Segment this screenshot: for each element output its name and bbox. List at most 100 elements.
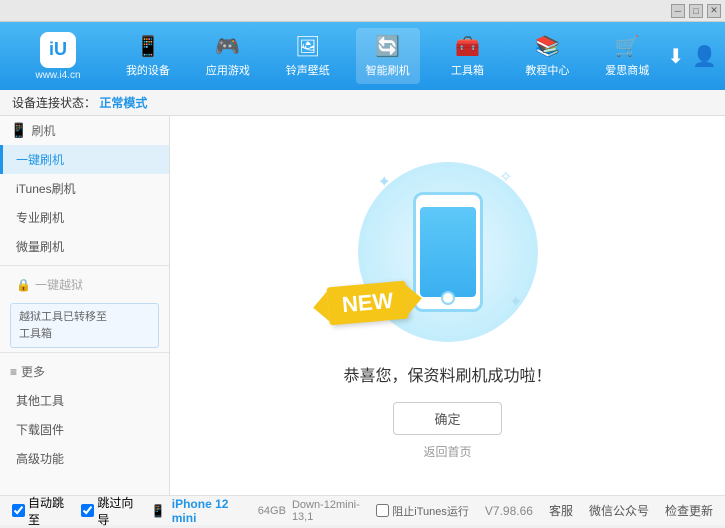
bottom-left: 自动跳至 跳过向导 📱 iPhone 12 mini 64GB Down-12m… xyxy=(12,494,376,528)
apps-games-icon: 🎮 xyxy=(215,34,240,59)
flash-section-label: 刷机 xyxy=(31,122,55,139)
sidebar-item-one-click-flash[interactable]: 一键刷机 xyxy=(0,145,169,174)
pro-flash-label: 专业刷机 xyxy=(16,211,64,225)
one-click-flash-label: 一键刷机 xyxy=(16,153,64,167)
phone-button xyxy=(441,291,455,305)
apps-games-label: 应用游戏 xyxy=(206,62,250,78)
logo-site: www.i4.cn xyxy=(35,70,80,81)
device-firmware: Down-12mini-13,1 xyxy=(292,499,376,523)
jailbreak-info-box: 越狱工具已转移至工具箱 xyxy=(10,303,159,348)
nav-items: 📱 我的设备 🎮 应用游戏 🖼 铃声壁纸 🔄 智能刷机 🧰 工具箱 📚 教程中心… xyxy=(108,28,667,84)
status-value: 正常模式 xyxy=(99,96,147,110)
sidebar-more-header: ≡ 更多 xyxy=(0,357,169,386)
skip-guide-input[interactable] xyxy=(81,504,94,517)
success-title: 恭喜您，保资料刷机成功啦！ xyxy=(343,362,551,386)
sidebar-item-pro-flash[interactable]: 专业刷机 xyxy=(0,203,169,232)
tutorials-icon: 📚 xyxy=(535,34,560,59)
title-bar: ─ □ ✕ xyxy=(0,0,725,22)
advanced-label: 高级功能 xyxy=(16,452,64,466)
device-storage: 64GB xyxy=(258,505,286,517)
nav-ringtones[interactable]: 🖼 铃声壁纸 xyxy=(276,28,340,84)
jailbreak-info-text: 越狱工具已转移至工具箱 xyxy=(19,311,107,340)
sidebar-item-advanced[interactable]: 高级功能 xyxy=(0,444,169,473)
nav-store[interactable]: 🛒 爱思商城 xyxy=(595,28,659,84)
my-device-label: 我的设备 xyxy=(126,62,170,78)
logo-text: iU xyxy=(49,39,67,60)
store-icon: 🛒 xyxy=(615,34,640,59)
nav-smart-flash[interactable]: 🔄 智能刷机 xyxy=(356,28,420,84)
new-badge: NEW xyxy=(326,280,408,325)
version: V7.98.66 xyxy=(485,504,533,518)
check-update-link[interactable]: 检查更新 xyxy=(665,502,713,519)
nav-toolbox[interactable]: 🧰 工具箱 xyxy=(436,28,500,84)
auto-jump-input[interactable] xyxy=(12,504,25,517)
device-info: 📱 iPhone 12 mini 64GB Down-12mini-13,1 xyxy=(151,497,376,525)
store-label: 爱思商城 xyxy=(605,62,649,78)
sidebar-item-itunes-flash[interactable]: iTunes刷机 xyxy=(0,174,169,203)
main-content: ✦ ✧ ✦ NEW 恭喜您，保资料刷机成功啦！ 确定 返回首页 xyxy=(170,116,725,495)
header-right: ⬇ 👤 xyxy=(667,44,717,69)
more-label: 更多 xyxy=(21,363,45,380)
divider-2 xyxy=(0,352,169,353)
stop-itunes[interactable]: 阻止iTunes运行 xyxy=(376,503,469,519)
main-layout: 📱 刷机 一键刷机 iTunes刷机 专业刷机 微量刷机 🔒 一键越狱 越狱工具… xyxy=(0,116,725,495)
device-name: iPhone 12 mini xyxy=(172,497,252,525)
lock-icon: 🔒 xyxy=(16,278,31,292)
status-bar: 设备连接状态： 正常模式 xyxy=(0,90,725,116)
header: iU www.i4.cn 📱 我的设备 🎮 应用游戏 🖼 铃声壁纸 🔄 智能刷机… xyxy=(0,22,725,90)
sidebar-item-download-firmware[interactable]: 下载固件 xyxy=(0,415,169,444)
phone-body xyxy=(413,192,483,312)
skip-guide-checkbox[interactable]: 跳过向导 xyxy=(81,494,142,528)
sidebar-item-other-tools[interactable]: 其他工具 xyxy=(0,386,169,415)
download-firmware-label: 下载固件 xyxy=(16,423,64,437)
smart-flash-icon: 🔄 xyxy=(375,34,400,59)
phone-illustration: ✦ ✧ ✦ NEW xyxy=(348,152,548,352)
customer-service-link[interactable]: 客服 xyxy=(549,502,573,519)
phone-screen xyxy=(420,207,476,297)
divider-1 xyxy=(0,265,169,266)
toolbox-label: 工具箱 xyxy=(451,62,484,78)
auto-jump-label: 自动跳至 xyxy=(28,494,73,528)
my-device-icon: 📱 xyxy=(135,34,160,59)
user-button[interactable]: 👤 xyxy=(692,44,717,69)
sparkle-3: ✦ xyxy=(509,292,522,312)
home-link[interactable]: 返回首页 xyxy=(423,443,471,460)
stop-itunes-checkbox[interactable] xyxy=(376,504,389,517)
itunes-flash-label: iTunes刷机 xyxy=(16,182,76,196)
more-icon: ≡ xyxy=(10,365,17,379)
smart-flash-label: 智能刷机 xyxy=(366,62,410,78)
jailbreak-label: 一键越狱 xyxy=(35,276,83,293)
toolbox-icon: 🧰 xyxy=(455,34,480,59)
window-controls[interactable]: ─ □ ✕ xyxy=(671,4,721,18)
wechat-link[interactable]: 微信公众号 xyxy=(589,502,649,519)
ringtones-icon: 🖼 xyxy=(295,34,320,59)
brush-flash-label: 微量刷机 xyxy=(16,240,64,254)
bottom-bar: 自动跳至 跳过向导 📱 iPhone 12 mini 64GB Down-12m… xyxy=(0,495,725,525)
bottom-right: 阻止iTunes运行 V7.98.66 客服 微信公众号 检查更新 xyxy=(376,502,713,519)
tutorials-label: 教程中心 xyxy=(525,62,569,78)
logo-area: iU www.i4.cn xyxy=(8,32,108,81)
auto-jump-checkbox[interactable]: 自动跳至 xyxy=(12,494,73,528)
flash-section-icon: 📱 xyxy=(10,122,27,139)
nav-apps-games[interactable]: 🎮 应用游戏 xyxy=(196,28,260,84)
device-icon: 📱 xyxy=(151,504,166,518)
maximize-button[interactable]: □ xyxy=(689,4,703,18)
skip-guide-label: 跳过向导 xyxy=(97,494,142,528)
sidebar-flash-header: 📱 刷机 xyxy=(0,116,169,145)
minimize-button[interactable]: ─ xyxy=(671,4,685,18)
ringtones-label: 铃声壁纸 xyxy=(286,62,330,78)
sidebar-item-brush-flash[interactable]: 微量刷机 xyxy=(0,232,169,261)
new-badge-text: NEW xyxy=(340,287,393,316)
sparkle-1: ✦ xyxy=(378,172,391,192)
confirm-button[interactable]: 确定 xyxy=(393,402,501,435)
sidebar: 📱 刷机 一键刷机 iTunes刷机 专业刷机 微量刷机 🔒 一键越狱 越狱工具… xyxy=(0,116,170,495)
close-button[interactable]: ✕ xyxy=(707,4,721,18)
sidebar-jailbreak-locked: 🔒 一键越狱 xyxy=(0,270,169,299)
sparkle-2: ✧ xyxy=(499,167,512,187)
nav-my-device[interactable]: 📱 我的设备 xyxy=(116,28,180,84)
other-tools-label: 其他工具 xyxy=(16,394,64,408)
logo-icon: iU xyxy=(40,32,76,68)
download-button[interactable]: ⬇ xyxy=(667,44,684,69)
status-prefix: 设备连接状态： xyxy=(12,96,96,110)
nav-tutorials[interactable]: 📚 教程中心 xyxy=(515,28,579,84)
